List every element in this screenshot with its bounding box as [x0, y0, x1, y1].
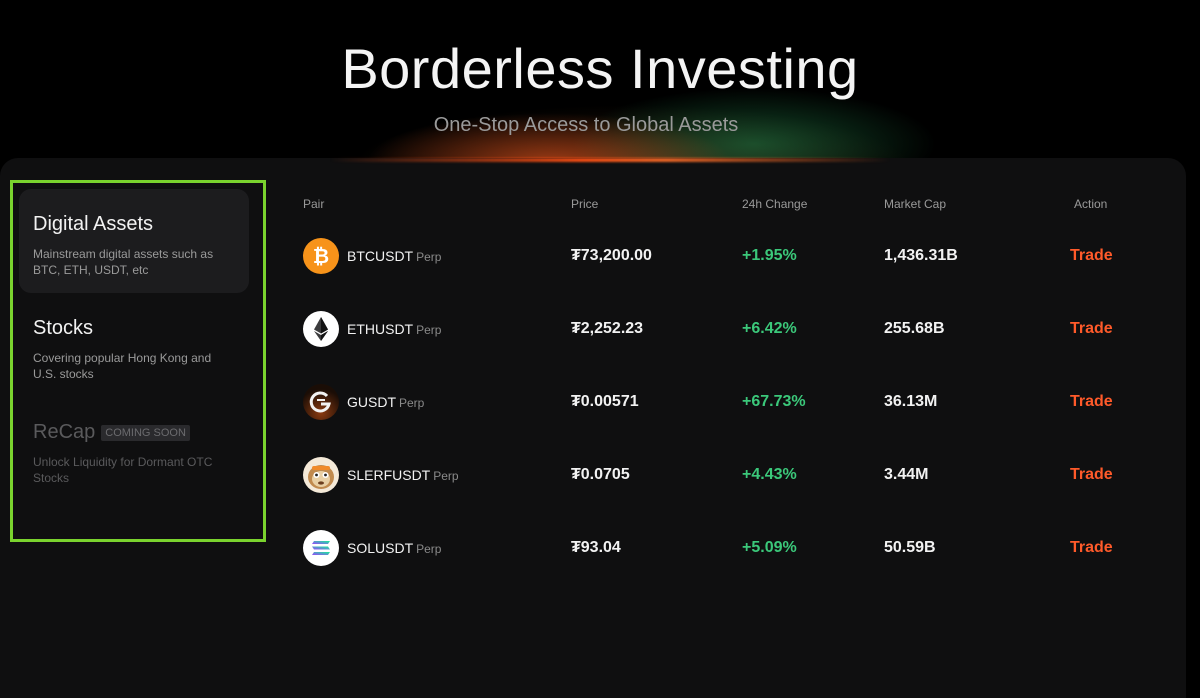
pair-name: SOLUSDT Perp — [347, 540, 441, 556]
price-value: ₮2,252.23 — [571, 320, 644, 337]
pair-symbol: ETHUSDT — [347, 321, 414, 337]
pair-suffix: Perp — [416, 250, 442, 264]
trade-button[interactable]: Trade — [1070, 320, 1113, 338]
pair-symbol: SLERFUSDT — [347, 467, 431, 483]
price-value: ₮73,200.00 — [571, 247, 652, 264]
change-value: +6.42% — [742, 320, 797, 337]
pair-name: GUSDT Perp — [347, 394, 424, 410]
table-row[interactable]: SOLUSDT Perp ₮93.04 +5.09% 50.59B Trade — [0, 523, 1186, 573]
header-market-cap: Market Cap — [884, 197, 947, 211]
header-action: Action — [1074, 197, 1108, 211]
price-value: ₮0.0705 — [571, 466, 630, 483]
market-cap-value: 1,436.31B — [884, 247, 958, 264]
pair-symbol: GUSDT — [347, 394, 396, 410]
trade-button[interactable]: Trade — [1070, 466, 1113, 484]
hero-subtitle: One-Stop Access to Global Assets — [433, 114, 739, 136]
g-token-icon — [303, 384, 339, 420]
pair-name: SLERFUSDT Perp — [347, 467, 459, 483]
header-24h-change: 24h Change — [742, 197, 808, 211]
table-row[interactable]: ETHUSDT Perp ₮2,252.23 +6.42% 255.68B Tra… — [0, 304, 1186, 354]
bitcoin-icon: ₿ — [303, 238, 339, 274]
market-cap-value: 3.44M — [884, 466, 929, 483]
trade-button[interactable]: Trade — [1070, 393, 1113, 411]
price-value: ₮0.00571 — [571, 393, 639, 410]
table-row[interactable]: GUSDT Perp ₮0.00571 +67.73% 36.13M Trade — [0, 377, 1186, 427]
table-row[interactable]: SLERFUSDT Perp ₮0.0705 +4.43% 3.44M Trade — [0, 450, 1186, 500]
pair-suffix: Perp — [416, 542, 442, 556]
pair-symbol: SOLUSDT — [347, 540, 414, 556]
pair-name: BTCUSDT Perp — [347, 248, 441, 264]
pair-suffix: Perp — [433, 469, 459, 483]
change-value: +1.95% — [742, 247, 797, 264]
svg-text:₿: ₿ — [313, 244, 329, 268]
pair-symbol: BTCUSDT — [347, 248, 414, 264]
price-value: ₮93.04 — [571, 539, 621, 556]
market-cap-value: 36.13M — [884, 393, 938, 410]
trade-button[interactable]: Trade — [1070, 247, 1113, 265]
slerf-sloth-icon — [303, 457, 339, 493]
pair-suffix: Perp — [416, 323, 442, 337]
trade-button[interactable]: Trade — [1070, 539, 1113, 557]
solana-icon — [303, 530, 339, 566]
market-cap-value: 50.59B — [884, 539, 936, 556]
change-value: +67.73% — [742, 393, 806, 410]
ethereum-icon — [303, 311, 339, 347]
header-pair: Pair — [303, 197, 325, 211]
header-price: Price — [571, 197, 599, 211]
hero-glow-line — [330, 158, 890, 162]
change-value: +5.09% — [742, 539, 797, 556]
change-value: +4.43% — [742, 466, 797, 483]
table-row[interactable]: ₿ BTCUSDT Perp ₮73,200.00 +1.95% 1,436.31… — [0, 231, 1186, 281]
market-cap-value: 255.68B — [884, 320, 945, 337]
hero-title: Borderless Investing — [341, 37, 859, 100]
pair-name: ETHUSDT Perp — [347, 321, 441, 337]
pair-suffix: Perp — [399, 396, 425, 410]
